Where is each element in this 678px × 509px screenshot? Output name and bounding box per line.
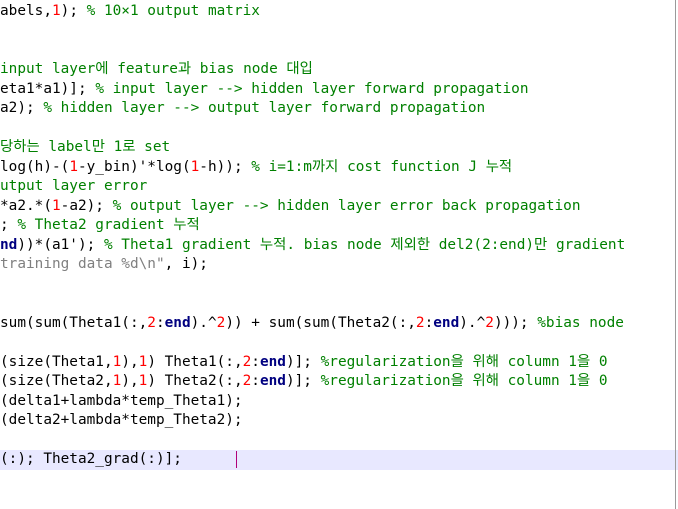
code-token-code: ) Theta2(:,	[147, 373, 243, 389]
code-token-num: 1	[138, 373, 148, 389]
code-token-num: 2	[147, 314, 156, 331]
text-caret	[236, 451, 237, 468]
code-line[interactable]: eta1*a1)]; % input layer --> hidden laye…	[0, 80, 678, 100]
code-token-code: )];	[285, 353, 321, 370]
code-token-code: -y_bin)'*log(	[77, 158, 191, 175]
code-line[interactable]	[0, 333, 678, 353]
code-token-num: 2	[242, 373, 252, 389]
code-token-kw: end	[259, 353, 286, 370]
code-token-code: a2);	[0, 100, 44, 116]
code-token-code: :	[155, 314, 165, 331]
code-token-code: :	[251, 373, 260, 389]
code-token-cmt: input layer에 feature과 bias node 대입	[0, 61, 313, 77]
code-token-code: :	[424, 314, 434, 331]
code-line[interactable]	[0, 275, 678, 295]
code-line[interactable]: (size(Theta1,1),1) Theta1(:,2:end)]; %re…	[0, 353, 678, 373]
code-token-num: 1	[51, 2, 61, 19]
code-token-code: eta1*a1)];	[0, 80, 96, 97]
code-token-cmt: %regularization을 위해 column 1을 0	[320, 373, 608, 389]
code-token-num: 1	[112, 373, 122, 389]
code-token-num: 1	[138, 353, 148, 370]
code-token-cmt: % hidden layer --> output layer forward …	[43, 100, 486, 116]
code-token-code: abels,	[0, 2, 52, 19]
code-line[interactable]: sum(sum(Theta1(:,2:end).^2)) + sum(sum(T…	[0, 314, 678, 334]
code-token-code: ) Theta1(:,	[147, 353, 243, 370]
code-line[interactable]: (delta1+lambda*temp_Theta1);	[0, 392, 678, 412]
code-token-code: (delta2+lambda*temp_Theta2);	[0, 412, 243, 428]
code-line[interactable]: utput layer error	[0, 177, 678, 197]
code-token-cmt: % input layer --> hidden layer forward p…	[95, 80, 529, 97]
editor-right-edge	[675, 0, 676, 509]
code-line[interactable]: (:); Theta2_grad(:)];	[0, 450, 678, 470]
code-token-kw: end	[259, 373, 286, 389]
code-token-num: 2	[242, 353, 252, 370]
code-line[interactable]: (size(Theta2,1),1) Theta2(:,2:end)]; %re…	[0, 372, 678, 392]
code-token-code: :	[251, 353, 260, 370]
code-token-code: ;	[0, 217, 18, 233]
code-token-code: (size(Theta1,	[0, 353, 113, 370]
code-token-cmt: %regularization을 위해 column 1을 0	[320, 353, 608, 370]
code-token-code: log(h)-(	[0, 158, 70, 175]
code-token-code: (delta1+lambda*temp_Theta1);	[0, 392, 243, 409]
code-token-cmt: % Theta2 gradient 누적	[17, 217, 200, 233]
code-token-cmt: % 10×1 output matrix	[86, 2, 260, 19]
code-token-code: ).^	[190, 314, 217, 331]
code-line[interactable]: nd))*(a1'); % Theta1 gradient 누적. bias n…	[0, 236, 678, 256]
code-line[interactable]: ; % Theta2 gradient 누적	[0, 216, 678, 236]
code-token-code: ))*(a1');	[17, 236, 104, 253]
code-token-num: 1	[69, 158, 78, 175]
code-token-cmt: % i=1:m까지 cost function J 누적	[251, 158, 513, 175]
code-token-code: )];	[285, 373, 321, 389]
code-token-cmt: % output layer --> hidden layer error ba…	[112, 197, 581, 214]
code-token-code: sum(sum(Theta1(:,	[0, 314, 148, 331]
code-line[interactable]: abels,1); % 10×1 output matrix	[0, 2, 678, 22]
code-line[interactable]	[0, 41, 678, 61]
code-token-code: ).^	[459, 314, 486, 331]
code-token-num: 2	[216, 314, 226, 331]
code-line[interactable]: log(h)-(1-y_bin)'*log(1-h)); % i=1:m까지 c…	[0, 158, 678, 178]
code-token-code: (size(Theta2,	[0, 373, 113, 389]
code-line[interactable]	[0, 119, 678, 139]
code-line[interactable]: input layer에 feature과 bias node 대입	[0, 60, 678, 80]
code-token-code: , i);	[164, 256, 208, 272]
code-token-code: )));	[493, 314, 538, 331]
code-line[interactable]: training data %d\n", i);	[0, 255, 678, 275]
code-line[interactable]: a2); % hidden layer --> output layer for…	[0, 99, 678, 119]
code-token-cmt: % Theta1 gradient 누적. bias node 제외한 del2…	[103, 236, 626, 253]
code-token-code: *a2.*(	[0, 197, 52, 214]
code-token-cmt: utput layer error	[0, 178, 148, 194]
code-token-kw: end	[164, 314, 191, 331]
code-token-code: (:); Theta2_grad(:)];	[0, 451, 182, 467]
code-token-kw: nd	[0, 236, 18, 253]
code-line[interactable]	[0, 21, 678, 41]
code-line[interactable]: (delta2+lambda*temp_Theta2);	[0, 411, 678, 431]
code-token-kw: end	[433, 314, 460, 331]
code-token-code: ),	[121, 353, 139, 370]
code-line[interactable]	[0, 294, 678, 314]
code-token-num: 2	[415, 314, 425, 331]
code-token-code: );	[60, 2, 87, 19]
code-line[interactable]: 당하는 label만 1로 set	[0, 138, 678, 158]
code-token-num: 1	[112, 353, 122, 370]
code-token-num: 2	[485, 314, 494, 331]
code-token-code: -h));	[199, 158, 252, 175]
code-editor[interactable]: abels,1); % 10×1 output matrix input laye…	[0, 0, 678, 509]
code-token-num: 1	[51, 197, 61, 214]
code-token-num: 1	[190, 158, 200, 175]
code-token-cmt: 당하는 label만 1로 set	[0, 139, 171, 155]
code-token-code: )) + sum(sum(Theta2(:,	[225, 314, 416, 331]
code-token-cmt: %bias node	[537, 314, 624, 331]
code-token-str: training data %d\n"	[0, 256, 165, 272]
code-line[interactable]: *a2.*(1-a2); % output layer --> hidden l…	[0, 197, 678, 217]
code-line[interactable]	[0, 431, 678, 451]
code-token-code: ),	[121, 373, 139, 389]
code-token-code: -a2);	[60, 197, 113, 214]
